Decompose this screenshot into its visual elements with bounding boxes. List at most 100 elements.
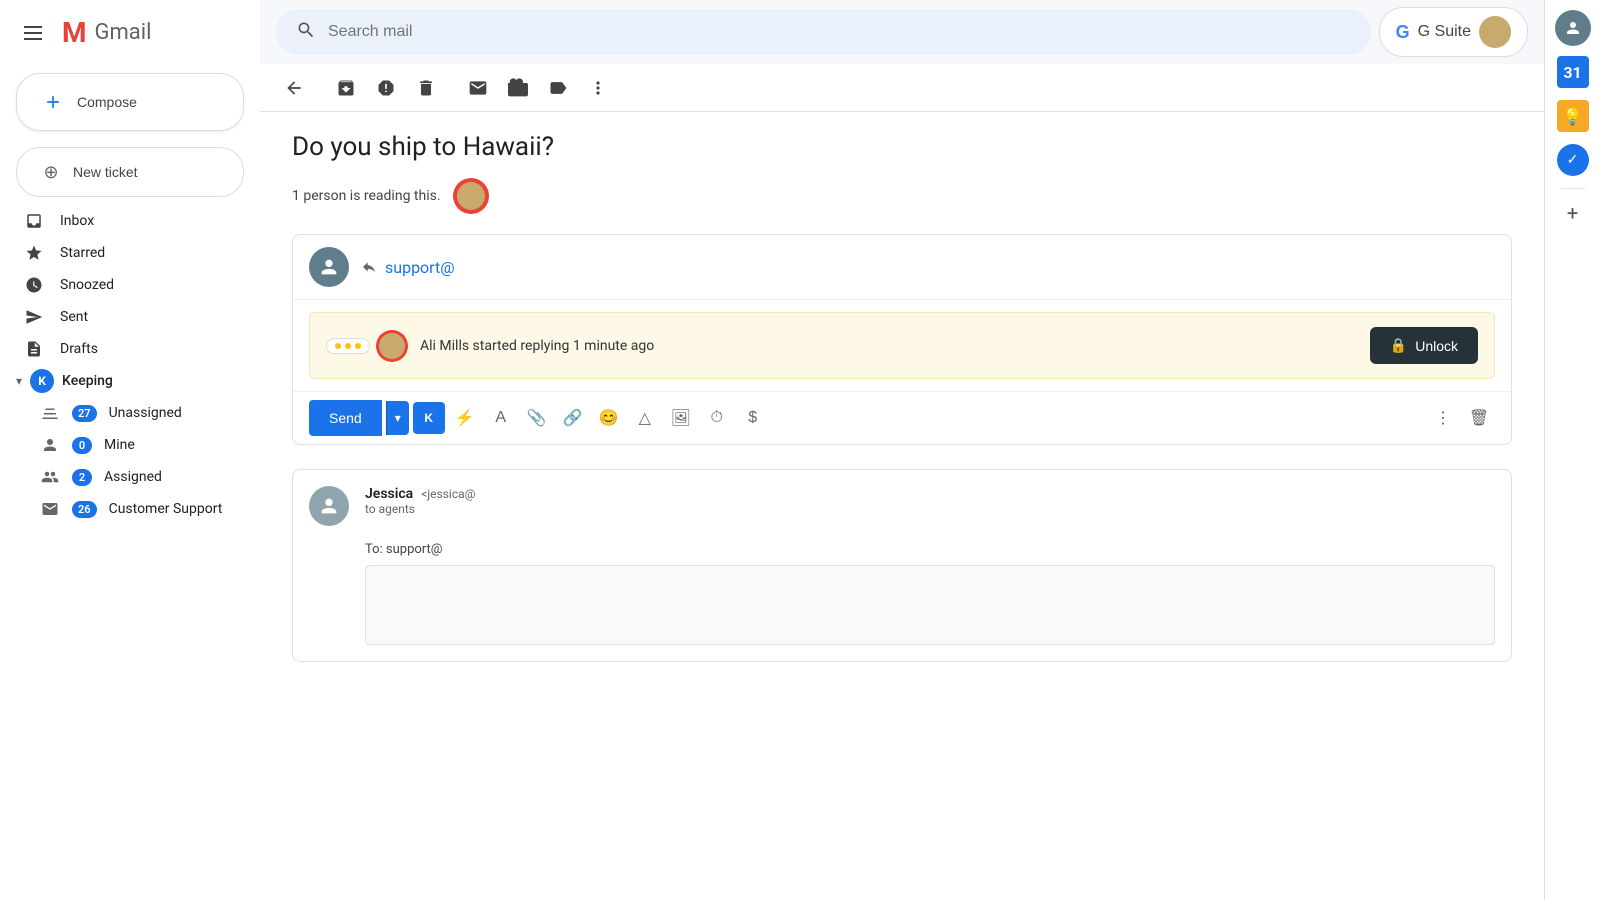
typing-indicator xyxy=(326,330,408,362)
typing-notice: Ali Mills started replying 1 minute ago … xyxy=(309,312,1495,379)
move-button[interactable] xyxy=(500,70,536,106)
link-button[interactable]: 🔗 xyxy=(557,402,589,434)
discard-button[interactable]: 🗑 xyxy=(1463,402,1495,434)
unlock-label: Unlock xyxy=(1415,338,1458,354)
new-ticket-label: New ticket xyxy=(73,164,138,180)
message-to-support: To: support@ xyxy=(365,542,1495,557)
sent-label: Sent xyxy=(60,309,228,325)
inbox-icon xyxy=(24,211,44,231)
sidebar-item-sent[interactable]: Sent xyxy=(0,301,244,333)
mine-label: Mine xyxy=(104,437,228,453)
unassigned-icon xyxy=(40,403,60,423)
search-input[interactable] xyxy=(328,23,1351,41)
sidebar-item-customer-support[interactable]: 26 Customer Support xyxy=(0,493,244,525)
sender-line: Jessica <jessica@ xyxy=(365,486,1495,502)
typing-text: Ali Mills started replying 1 minute ago xyxy=(420,338,1358,354)
sidebar-item-unassigned[interactable]: 27 Unassigned xyxy=(0,397,244,429)
unlock-button[interactable]: 🔒 Unlock xyxy=(1370,327,1478,364)
gsuite-button[interactable]: G G Suite xyxy=(1379,7,1528,57)
gmail-logo: M Gmail xyxy=(62,16,151,49)
format-text-button[interactable]: A xyxy=(485,402,517,434)
topbar: G G Suite xyxy=(260,0,1544,64)
sidebar-top: M Gmail xyxy=(0,8,260,65)
drive-button[interactable]: △ xyxy=(629,402,661,434)
main-content: G G Suite Do xyxy=(260,0,1544,900)
sidebar-item-assigned[interactable]: 2 Assigned xyxy=(0,461,244,493)
sidebar-item-drafts[interactable]: Drafts xyxy=(0,333,244,365)
sender-name: Jessica xyxy=(365,486,413,502)
snoozed-label: Snoozed xyxy=(60,277,228,293)
sidebar-item-inbox[interactable]: Inbox xyxy=(0,205,244,237)
assigned-label: Assigned xyxy=(104,469,228,485)
drafts-label: Drafts xyxy=(60,341,228,357)
assigned-badge: 2 xyxy=(72,469,92,486)
starred-label: Starred xyxy=(60,245,228,261)
send-dropdown-button[interactable]: ▾ xyxy=(386,401,409,435)
reply-to-area: support@ xyxy=(361,258,1495,277)
sender-avatar xyxy=(309,486,349,526)
tasks-icon[interactable]: ✓ xyxy=(1553,140,1593,180)
new-ticket-button[interactable]: ⊕ New ticket xyxy=(16,147,244,197)
user-profile-icon[interactable] xyxy=(1553,8,1593,48)
keep-icon[interactable]: 💡 xyxy=(1553,96,1593,136)
reply-toolbar: Send ▾ K ⚡ A 📎 🔗 😊 △ 🖼 ⏱ $ ⋮ 🗑 xyxy=(293,391,1511,444)
sidebar-item-snoozed[interactable]: Snoozed xyxy=(0,269,244,301)
sidebar-item-mine[interactable]: 0 Mine xyxy=(0,429,244,461)
dollar-button[interactable]: $ xyxy=(737,402,769,434)
mine-icon xyxy=(40,435,60,455)
unassigned-badge: 27 xyxy=(72,405,97,422)
back-button[interactable] xyxy=(276,70,312,106)
user-avatar xyxy=(1479,16,1511,48)
bolt-button[interactable]: ⚡ xyxy=(449,402,481,434)
calendar-badge: 31 xyxy=(1557,56,1589,88)
compose-plus-icon xyxy=(41,90,65,114)
calendar-icon[interactable]: 31 xyxy=(1553,52,1593,92)
search-icon xyxy=(296,20,316,45)
sidebar: M Gmail Compose ⊕ New ticket Inbox Starr… xyxy=(0,0,260,900)
right-sidebar: 31 💡 ✓ + xyxy=(1544,0,1600,900)
archive-button[interactable] xyxy=(328,70,364,106)
more-options-button[interactable] xyxy=(580,70,616,106)
assigned-icon xyxy=(40,467,60,487)
reply-header: support@ xyxy=(293,235,1511,300)
message-header: Jessica <jessica@ to agents xyxy=(293,470,1511,542)
send-button[interactable]: Send xyxy=(309,400,382,436)
message-info: Jessica <jessica@ to agents xyxy=(365,486,1495,516)
emoji-button[interactable]: 😊 xyxy=(593,402,625,434)
dot-2 xyxy=(345,343,351,349)
keeping-logo: K xyxy=(30,369,54,393)
gmail-text: Gmail xyxy=(95,20,152,45)
email-toolbar xyxy=(260,64,1544,112)
label-button[interactable] xyxy=(540,70,576,106)
timer-button[interactable]: ⏱ xyxy=(701,402,733,434)
sidebar-item-starred[interactable]: Starred xyxy=(0,237,244,269)
new-ticket-icon: ⊕ xyxy=(41,162,61,182)
reading-bar: 1 person is reading this. xyxy=(292,178,1512,214)
add-app-button[interactable]: + xyxy=(1557,197,1589,229)
typer-avatar xyxy=(376,330,408,362)
keeping-compose-button[interactable]: K xyxy=(413,402,445,434)
attach-button[interactable]: 📎 xyxy=(521,402,553,434)
hamburger-button[interactable] xyxy=(16,18,50,48)
keeping-section-header[interactable]: ▾ K Keeping xyxy=(0,365,260,397)
sent-icon xyxy=(24,307,44,327)
gsuite-label: G Suite xyxy=(1418,23,1471,41)
customer-support-badge: 26 xyxy=(72,501,97,518)
lock-icon: 🔒 xyxy=(1390,337,1407,354)
g-suite-g-logo: G xyxy=(1396,22,1410,43)
reader-avatar-inner xyxy=(457,182,485,210)
reply-avatar xyxy=(309,247,349,287)
message-content-area xyxy=(365,565,1495,645)
mark-unread-button[interactable] xyxy=(460,70,496,106)
reading-notice-text: 1 person is reading this. xyxy=(292,188,441,204)
photo-button[interactable]: 🖼 xyxy=(665,402,697,434)
unassigned-label: Unassigned xyxy=(109,405,228,421)
delete-button[interactable] xyxy=(408,70,444,106)
message-body: To: support@ xyxy=(293,542,1511,661)
sender-email: <jessica@ xyxy=(421,487,475,501)
spam-button[interactable] xyxy=(368,70,404,106)
compose-button[interactable]: Compose xyxy=(16,73,244,131)
search-bar xyxy=(276,9,1371,55)
reply-to-email: support@ xyxy=(385,258,455,277)
more-compose-options-button[interactable]: ⋮ xyxy=(1427,402,1459,434)
